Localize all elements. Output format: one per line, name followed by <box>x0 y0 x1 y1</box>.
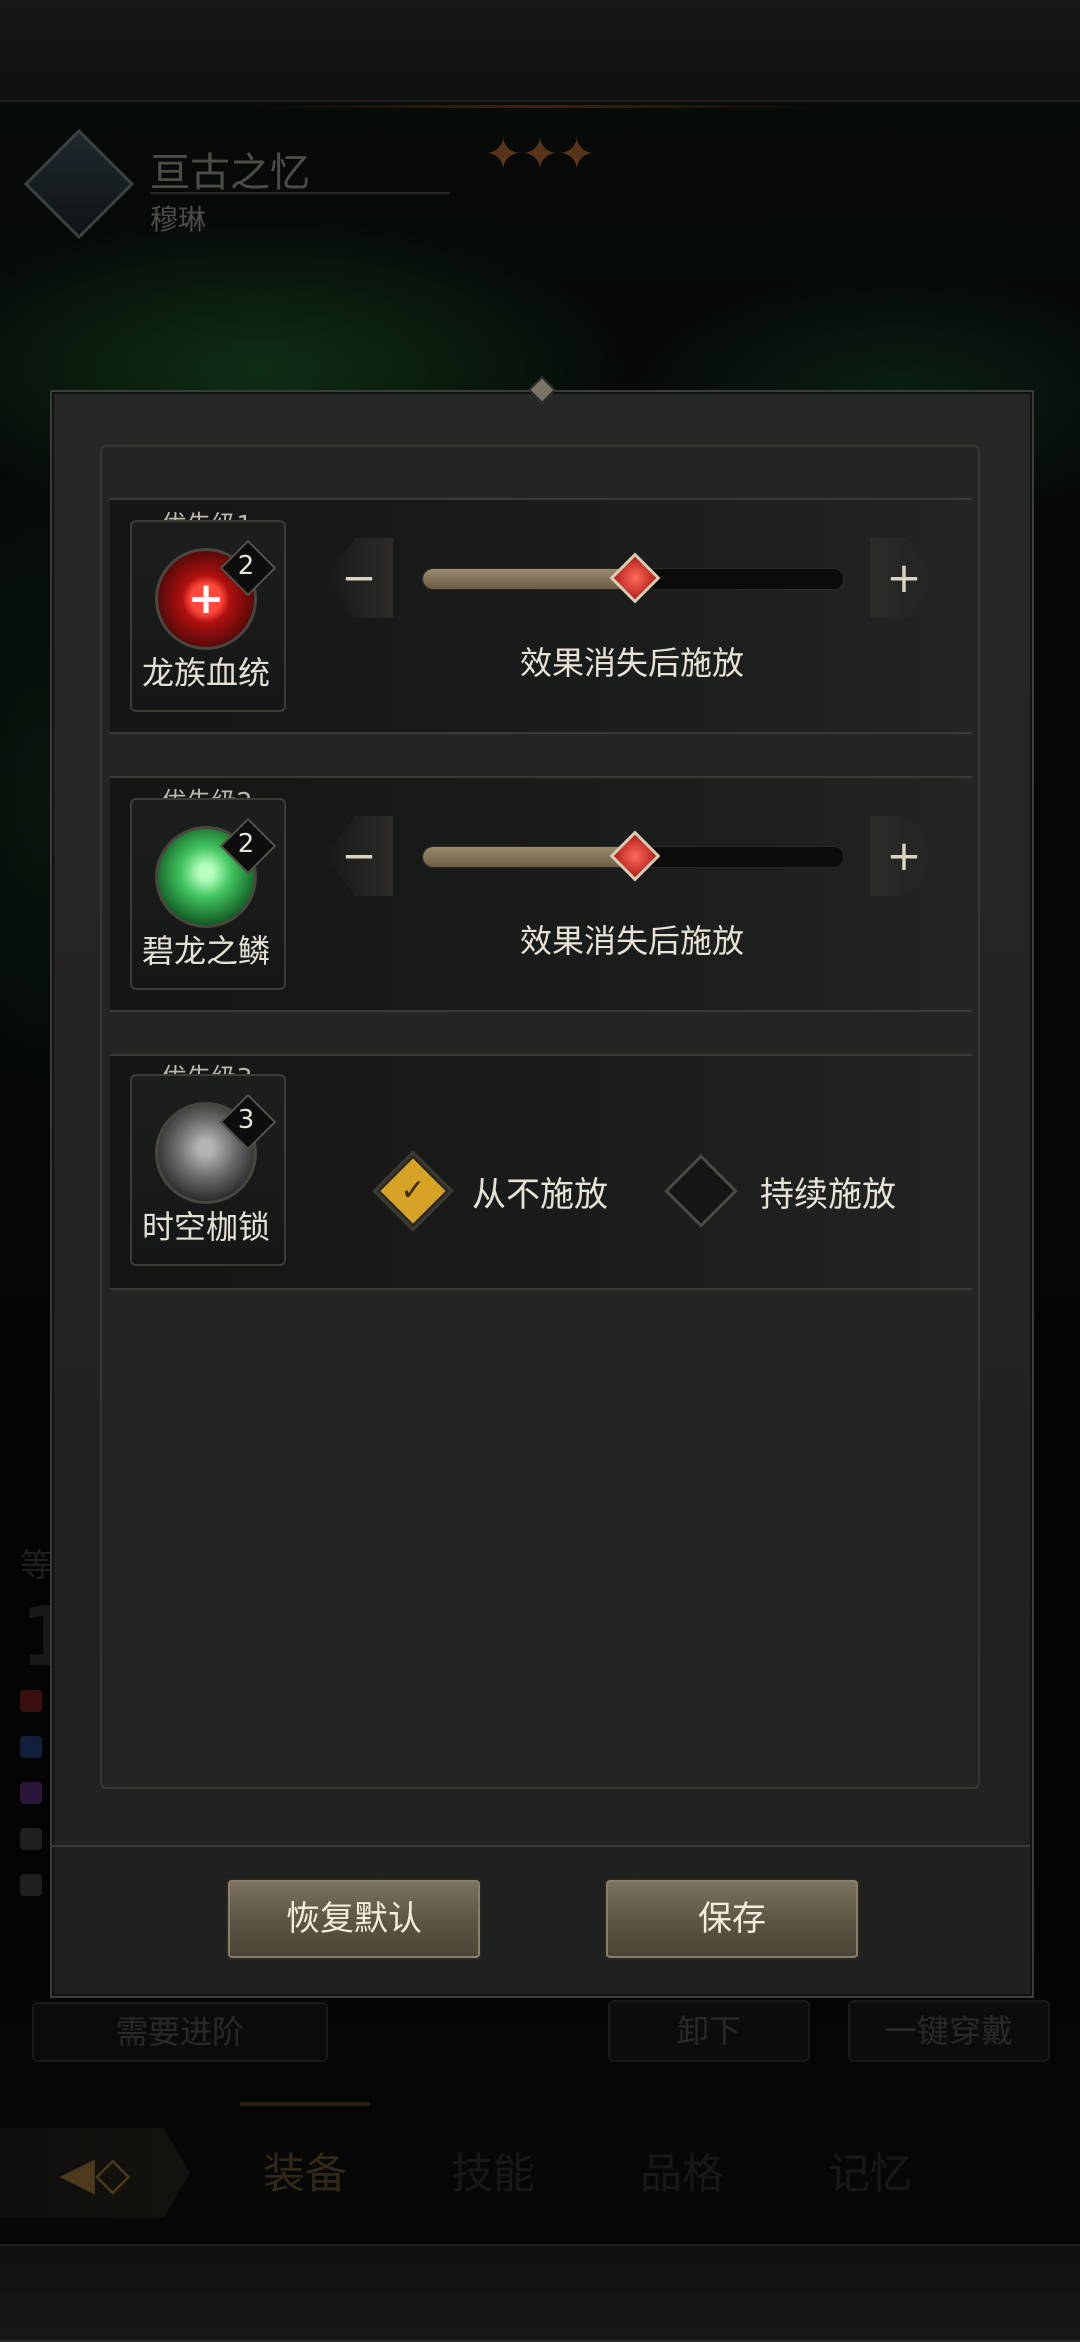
slider-fill <box>423 847 633 867</box>
cast-mode-text: 效果消失后施放 <box>519 644 744 682</box>
skill-name: 龙族血统 <box>141 654 270 692</box>
slider-fill <box>423 569 633 589</box>
checkmark-icon: ✓ <box>400 1173 426 1208</box>
skill-name: 时空枷锁 <box>141 1208 270 1246</box>
panel-divider <box>50 1845 1030 1847</box>
reset-default-button[interactable]: 恢复默认 <box>226 1878 482 1960</box>
cast-mode-text: 效果消失后施放 <box>519 922 744 960</box>
skill-level: 2 <box>237 551 255 581</box>
skill-level: 3 <box>237 1105 255 1135</box>
never-cast-label[interactable]: 从不施放 <box>472 1167 608 1216</box>
always-cast-label[interactable]: 持续施放 <box>760 1167 896 1216</box>
save-button[interactable]: 保存 <box>604 1878 860 1960</box>
skill-level: 2 <box>237 829 255 859</box>
skill-name: 碧龙之鳞 <box>141 932 270 970</box>
